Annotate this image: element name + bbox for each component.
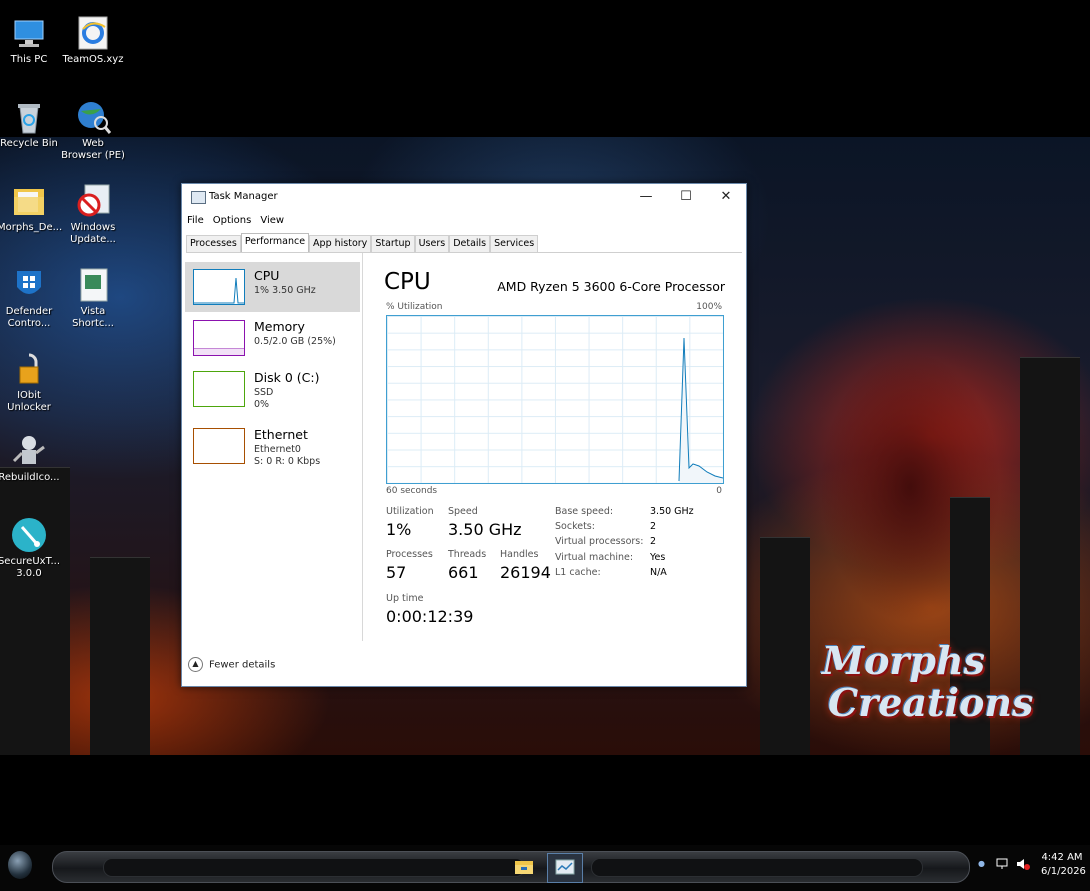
folder-icon	[11, 183, 47, 219]
clock-date: 6/1/2026	[1041, 866, 1086, 877]
wallpaper-logo: Morphs Creations	[822, 638, 1034, 725]
task-manager-icon	[191, 191, 206, 204]
desktop-icon-teamos[interactable]: TeamOS.xyz	[61, 15, 125, 66]
title-bar[interactable]: Task Manager — ☐ ✕	[182, 184, 746, 210]
taskbar: ● 4:42 AM 6/1/2026	[0, 845, 1090, 891]
ethernet-thumbnail-graph	[193, 428, 245, 464]
tab-services[interactable]: Services	[490, 235, 539, 252]
chevron-up-icon: ▲	[188, 657, 203, 672]
menu-view[interactable]: View	[255, 212, 288, 226]
disk-thumbnail-graph	[193, 371, 245, 407]
virtual-machine-value: Yes	[650, 552, 666, 563]
ruined-building	[0, 467, 70, 755]
taskbar-track-right	[591, 858, 923, 877]
brush-icon	[11, 517, 47, 553]
fewer-details-button[interactable]: ▲ Fewer details	[188, 657, 275, 672]
desktop-icon-this-pc[interactable]: This PC	[0, 15, 61, 66]
desktop-icon-defender-control[interactable]: Defender Contro...	[0, 267, 61, 330]
tab-strip: Processes Performance App history Startu…	[186, 233, 742, 253]
taskbar-dock	[52, 851, 970, 883]
virtual-processors-value: 2	[650, 536, 657, 547]
robot-icon	[11, 433, 47, 469]
cpu-detail-pane: CPU AMD Ryzen 5 3600 6-Core Processor % …	[384, 269, 725, 626]
minimize-button[interactable]: —	[626, 184, 666, 210]
desktop-icon-vista-shortcut[interactable]: Vista Shortc...	[61, 267, 125, 330]
desktop-icon-morphs-folder[interactable]: Morphs_De...	[0, 183, 62, 234]
utilization-value: 1%	[386, 520, 412, 539]
desktop-icon-iobit-unlocker[interactable]: IObit Unlocker	[0, 351, 61, 414]
resource-item-memory[interactable]: Memory 0.5/2.0 GB (25%)	[185, 313, 360, 363]
close-button[interactable]: ✕	[706, 184, 746, 210]
ruined-building	[90, 557, 150, 755]
graph-y-min: 0	[716, 486, 722, 496]
speed-value: 3.50 GHz	[448, 520, 522, 539]
internet-explorer-icon	[75, 15, 111, 51]
computer-icon	[11, 15, 47, 51]
cpu-thumbnail-graph	[193, 269, 245, 305]
task-manager-window[interactable]: Task Manager — ☐ ✕ File Options View Proce…	[181, 183, 747, 687]
file-explorer-taskbar-button[interactable]	[513, 856, 535, 878]
menu-file[interactable]: File	[182, 212, 208, 226]
volume-muted-icon[interactable]	[1015, 857, 1031, 874]
memory-thumbnail-graph	[193, 320, 245, 356]
task-manager-icon	[555, 859, 575, 875]
maximize-button[interactable]: ☐	[666, 184, 706, 210]
windows-update-blocked-icon	[75, 183, 111, 219]
tab-processes[interactable]: Processes	[186, 235, 241, 252]
graph-time-span: 60 seconds	[386, 486, 438, 496]
threads-value: 661	[448, 563, 479, 582]
resource-list: CPU 1% 3.50 GHz Memory 0.5/2.0 GB (25%) …	[182, 253, 363, 641]
tab-app-history[interactable]: App history	[309, 235, 372, 252]
desktop-icon-secureuxtheme[interactable]: SecureUxT... 3.0.0	[0, 517, 61, 580]
graph-y-max: 100%	[696, 302, 722, 312]
menu-bar: File Options View	[182, 212, 746, 230]
desktop-icon-windows-update[interactable]: Windows Update...	[61, 183, 125, 246]
recycle-bin-icon	[11, 99, 47, 135]
resource-item-cpu[interactable]: CPU 1% 3.50 GHz	[185, 262, 360, 312]
vista-shortcut-icon	[75, 267, 111, 303]
base-speed-value: 3.50 GHz	[650, 506, 694, 517]
graph-y-label: % Utilization	[386, 302, 443, 312]
ruined-building	[760, 537, 810, 755]
cpu-model: AMD Ryzen 5 3600 6-Core Processor	[497, 279, 725, 294]
window-title: Task Manager	[209, 191, 278, 202]
clock-time: 4:42 AM	[1041, 852, 1083, 863]
cpu-utilization-graph	[386, 315, 724, 484]
tab-users[interactable]: Users	[414, 235, 450, 252]
desktop-icon-rebuild-icon-cache[interactable]: RebuildIco...	[0, 433, 61, 484]
desktop-icon-web-browser[interactable]: Web Browser (PE)	[61, 99, 125, 162]
globe-search-icon	[75, 99, 112, 135]
start-button[interactable]	[8, 851, 32, 879]
network-icon[interactable]	[996, 857, 1010, 874]
handles-value: 26194	[500, 563, 551, 582]
taskbar-track-left	[103, 858, 525, 877]
l1-cache-value: N/A	[650, 567, 667, 578]
processes-value: 57	[386, 563, 407, 582]
clock[interactable]: 4:42 AM 6/1/2026	[1041, 852, 1086, 877]
resource-item-disk[interactable]: Disk 0 (C:) SSD 0%	[185, 364, 360, 414]
task-manager-taskbar-button[interactable]	[547, 853, 583, 883]
tab-performance[interactable]: Performance	[240, 233, 310, 252]
menu-options[interactable]: Options	[208, 212, 256, 226]
uptime-value: 0:00:12:39	[386, 607, 474, 626]
folder-icon	[515, 861, 533, 874]
tab-startup[interactable]: Startup	[371, 235, 415, 252]
desktop-icon-recycle-bin[interactable]: Recycle Bin	[0, 99, 61, 150]
sockets-value: 2	[650, 521, 657, 532]
chevron-up-icon[interactable]: ●	[978, 859, 985, 868]
defender-shield-icon	[11, 267, 47, 303]
cpu-heading: CPU	[384, 269, 431, 295]
tab-details[interactable]: Details	[449, 235, 491, 252]
padlock-icon	[11, 351, 47, 387]
resource-item-ethernet[interactable]: Ethernet Ethernet0 S: 0 R: 0 Kbps	[185, 421, 360, 471]
